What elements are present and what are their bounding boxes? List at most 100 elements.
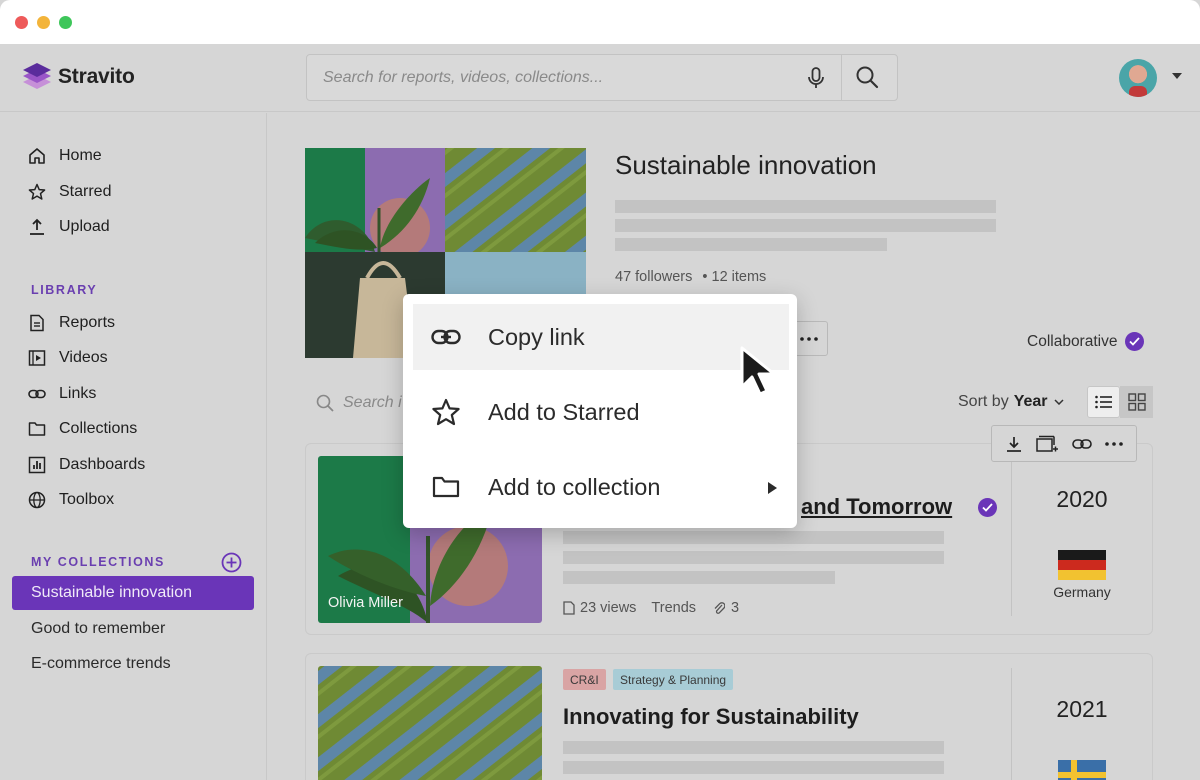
library-section-label: LIBRARY — [31, 283, 98, 297]
star-icon — [432, 398, 460, 426]
card-year: 2021 — [1056, 696, 1108, 722]
document-icon — [563, 601, 575, 615]
globe-icon — [28, 491, 46, 509]
sidebar-item-home[interactable]: Home — [28, 144, 102, 168]
followers-count: 47 followers — [615, 269, 693, 285]
sidebar-item-label: Dashboards — [59, 456, 146, 473]
check-icon — [1125, 332, 1145, 351]
sidebar-item-links[interactable]: Links — [28, 382, 96, 406]
items-count: • 12 items — [702, 269, 767, 285]
card-country: Germany — [1053, 584, 1111, 600]
verified-icon — [978, 498, 997, 517]
attachments-count: 3 — [731, 600, 740, 616]
card-title-link[interactable]: Innovating for Sustainability — [563, 704, 859, 730]
sidebar-item-toolbox[interactable]: Toolbox — [28, 488, 114, 512]
search-divider — [841, 55, 842, 100]
collection-item-sustainable-innovation[interactable]: Sustainable innovation — [12, 576, 254, 610]
close-window-button[interactable] — [15, 16, 28, 29]
views-stat: 23 views — [563, 600, 636, 616]
collaborative-badge: Collaborative — [1027, 332, 1145, 351]
sort-prefix: Sort by — [958, 393, 1009, 410]
mouse-cursor-icon — [740, 346, 776, 396]
germany-flag-icon — [1058, 550, 1106, 580]
collection-item-good-to-remember[interactable]: Good to remember — [12, 612, 254, 646]
summary-placeholder-line — [563, 571, 835, 584]
microphone-icon[interactable] — [807, 67, 825, 94]
star-icon — [28, 183, 46, 200]
row-actions-toolbar — [991, 425, 1137, 462]
chevron-down-icon[interactable] — [1172, 73, 1182, 79]
folder-icon — [432, 476, 460, 498]
card-stats: 23 views Trends 3 — [563, 600, 739, 616]
sidebar-item-label: Upload — [59, 218, 110, 235]
description-placeholder-line — [615, 200, 996, 213]
card-divider — [1011, 458, 1012, 616]
add-to-collection-icon[interactable] — [1036, 435, 1059, 453]
chevron-down-icon — [1053, 399, 1064, 405]
paperclip-icon — [714, 602, 726, 614]
add-collection-icon[interactable] — [221, 552, 242, 578]
link-icon — [28, 389, 46, 399]
sidebar: Home Starred Upload LIBRARY Reports Vide… — [0, 113, 267, 780]
sidebar-item-upload[interactable]: Upload — [28, 215, 110, 239]
content-card[interactable]: CR&I Strategy & Planning Innovating for … — [305, 653, 1153, 780]
sidebar-item-reports[interactable]: Reports — [28, 311, 115, 335]
stravito-logo-icon — [22, 62, 52, 92]
summary-placeholder-line — [563, 551, 944, 564]
link-icon — [431, 329, 461, 345]
collection-search[interactable]: Search i — [316, 394, 402, 412]
sidebar-item-label: Home — [59, 147, 102, 164]
user-avatar[interactable] — [1119, 59, 1157, 97]
collection-item-ecommerce-trends[interactable]: E-commerce trends — [12, 647, 254, 681]
app-name: Stravito — [58, 65, 135, 88]
collection-title: Sustainable innovation — [615, 150, 877, 180]
list-view-button[interactable] — [1087, 386, 1120, 418]
search-icon[interactable] — [855, 65, 879, 94]
report-icon — [30, 314, 44, 332]
sort-value: Year — [1013, 393, 1048, 410]
sidebar-item-label: Toolbox — [59, 491, 115, 508]
more-horizontal-icon[interactable] — [1105, 441, 1124, 446]
menu-item-label: Add to Starred — [488, 398, 640, 425]
upload-icon — [30, 218, 44, 235]
link-icon[interactable] — [1071, 438, 1092, 450]
summary-placeholder-line — [563, 761, 944, 774]
sidebar-item-dashboards[interactable]: Dashboards — [28, 453, 145, 477]
maximize-window-button[interactable] — [59, 16, 72, 29]
views-count: 23 views — [580, 600, 637, 616]
window-titlebar — [0, 0, 1200, 44]
card-author: Olivia Miller — [328, 595, 403, 611]
view-toggle — [1087, 386, 1153, 418]
video-icon — [28, 350, 46, 366]
grid-view-button[interactable] — [1120, 386, 1153, 418]
grid-icon — [1127, 393, 1146, 411]
folder-icon — [28, 422, 46, 436]
card-title-link[interactable]: and Tomorrow — [801, 494, 952, 520]
tag-strategy-planning[interactable]: Strategy & Planning — [613, 669, 734, 690]
top-bar: Stravito — [0, 44, 1200, 112]
card-divider — [1011, 668, 1012, 780]
menu-item-label: Add to collection — [488, 473, 661, 500]
search-icon — [316, 394, 334, 412]
menu-item-add-to-collection[interactable]: Add to collection — [413, 454, 789, 520]
sort-dropdown[interactable]: Sort by Year — [958, 393, 1064, 411]
menu-item-add-to-starred[interactable]: Add to Starred — [413, 379, 789, 445]
card-thumbnail — [318, 666, 542, 780]
global-search — [306, 54, 898, 101]
sidebar-item-videos[interactable]: Videos — [28, 346, 108, 370]
list-icon — [1094, 395, 1112, 409]
app-logo[interactable]: Stravito — [22, 62, 135, 92]
download-icon[interactable] — [1005, 435, 1023, 453]
sidebar-item-collections[interactable]: Collections — [28, 417, 137, 441]
submenu-arrow-icon — [768, 482, 777, 494]
my-collections-section-label: MY COLLECTIONS — [31, 555, 165, 569]
sidebar-item-label: Collections — [59, 420, 138, 437]
sidebar-item-label: Videos — [59, 349, 108, 366]
search-input[interactable] — [323, 55, 793, 100]
tag-cri[interactable]: CR&I — [563, 669, 606, 690]
attachments-stat: 3 — [713, 600, 739, 616]
menu-item-copy-link[interactable]: Copy link — [413, 304, 789, 370]
sidebar-item-starred[interactable]: Starred — [28, 180, 111, 204]
sidebar-item-label: Reports — [59, 314, 116, 331]
minimize-window-button[interactable] — [37, 16, 50, 29]
